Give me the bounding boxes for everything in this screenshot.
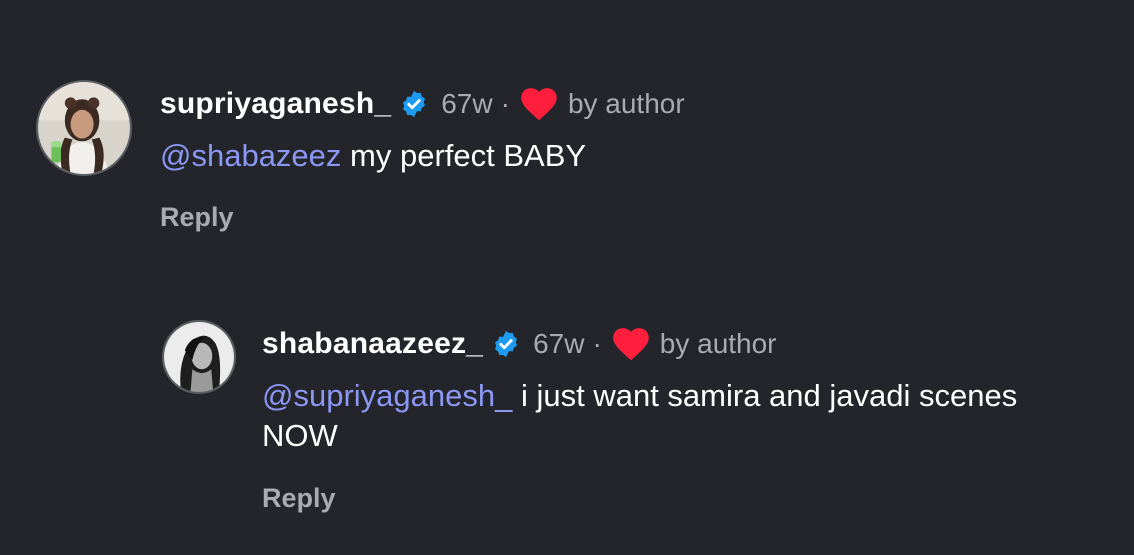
avatar-photo bbox=[164, 322, 234, 392]
avatar-photo bbox=[38, 82, 130, 174]
separator-dot: · bbox=[500, 88, 510, 119]
separator-dot: · bbox=[592, 328, 602, 359]
comment: supriyaganesh_ 67w · by author @shabazee… bbox=[36, 80, 1096, 250]
reply-button[interactable]: Reply bbox=[262, 483, 336, 514]
mention-link[interactable]: @supriyaganesh_ bbox=[262, 378, 512, 413]
liked-by-author-label: by author bbox=[659, 328, 777, 359]
heart-icon bbox=[612, 327, 650, 361]
mention-link[interactable]: @shabazeez bbox=[160, 138, 341, 173]
comment-body: shabanaazeez_ 67w · by author @supriyaga… bbox=[262, 320, 1082, 513]
comment-meta: shabanaazeez_ 67w · by author bbox=[262, 320, 1082, 368]
username[interactable]: shabanaazeez_ bbox=[262, 327, 483, 361]
timestamp: 67w bbox=[533, 328, 585, 359]
comment-text: @shabazeez my perfect BABY bbox=[160, 136, 685, 176]
avatar[interactable] bbox=[162, 320, 236, 394]
comment-text-body: my perfect BABY bbox=[341, 138, 587, 173]
verified-badge-icon bbox=[399, 89, 429, 119]
verified-badge-icon bbox=[491, 329, 521, 359]
comment-reply: shabanaazeez_ 67w · by author @supriyaga… bbox=[162, 320, 1102, 530]
heart-icon bbox=[520, 87, 558, 121]
timestamp: 67w bbox=[441, 88, 493, 119]
avatar[interactable] bbox=[36, 80, 132, 176]
comment-text: @supriyaganesh_ i just want samira and j… bbox=[262, 376, 1082, 456]
liked-by-author-label: by author bbox=[567, 88, 685, 119]
reply-button[interactable]: Reply bbox=[160, 202, 234, 233]
comment-meta: supriyaganesh_ 67w · by author bbox=[160, 80, 685, 128]
username[interactable]: supriyaganesh_ bbox=[160, 87, 391, 121]
comment-body: supriyaganesh_ 67w · by author @shabazee… bbox=[160, 80, 685, 232]
